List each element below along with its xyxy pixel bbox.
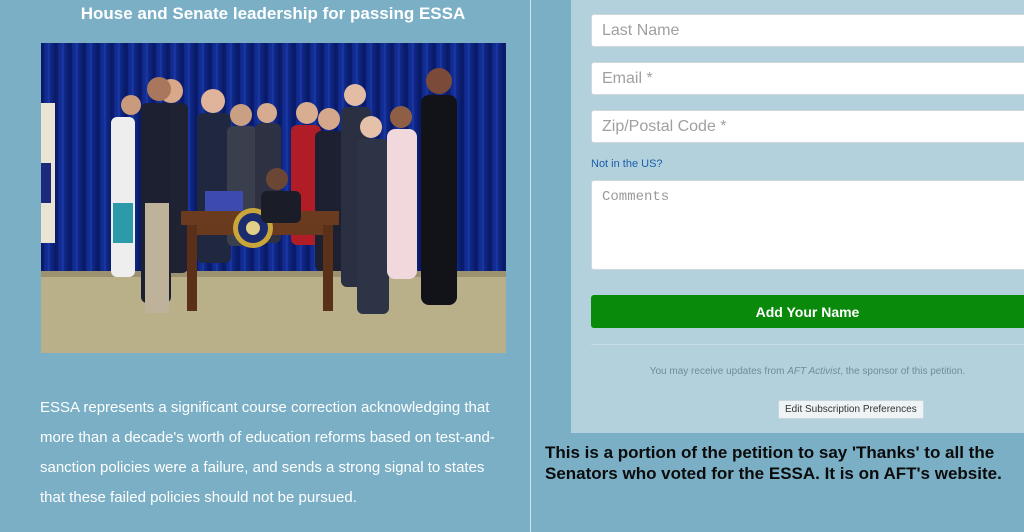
petition-form: Not in the US? Add Your Name You may rec…: [571, 0, 1024, 433]
sponsor-name: AFT Activist: [787, 366, 841, 377]
sponsor-note-suffix: , the sponsor of this petition.: [840, 366, 966, 377]
sponsor-note-prefix: You may receive updates from: [649, 366, 788, 377]
signing-photo: [41, 43, 506, 353]
section-headline: House and Senate leadership for passing …: [80, 4, 466, 23]
email-input[interactable]: [591, 62, 1024, 95]
not-in-us-link[interactable]: Not in the US?: [591, 158, 663, 170]
sponsor-note: You may receive updates from AFT Activis…: [591, 366, 1024, 377]
comments-textarea[interactable]: [591, 180, 1024, 270]
right-panel: Not in the US? Add Your Name You may rec…: [531, 0, 1024, 532]
section-body-text: ESSA represents a significant course cor…: [40, 399, 495, 506]
edit-subscription-preferences-button[interactable]: Edit Subscription Preferences: [778, 400, 924, 419]
zip-postal-code-input[interactable]: [591, 110, 1024, 143]
form-separator: [591, 344, 1024, 345]
last-name-input[interactable]: [591, 14, 1024, 47]
annotation-caption: This is a portion of the petition to say…: [545, 443, 1002, 483]
left-panel: House and Senate leadership for passing …: [0, 0, 530, 532]
add-your-name-button[interactable]: Add Your Name: [591, 295, 1024, 328]
